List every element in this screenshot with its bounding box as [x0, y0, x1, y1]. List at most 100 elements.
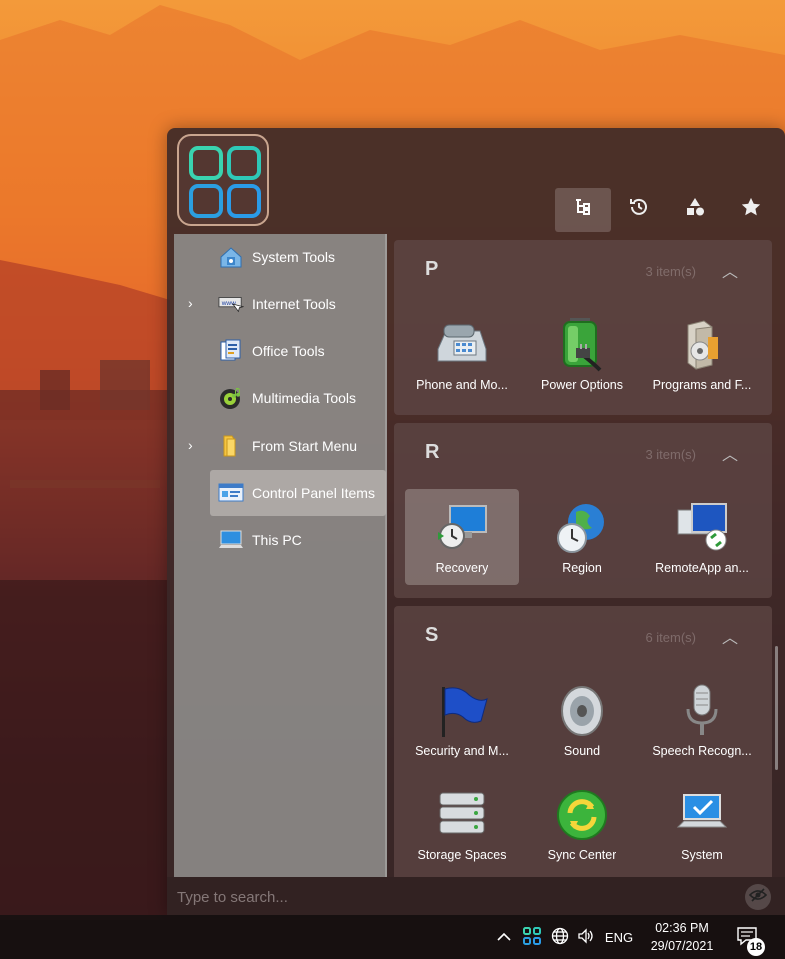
eye-off-icon [748, 886, 768, 909]
tree-view-icon [573, 197, 593, 223]
phone-modem-icon [433, 316, 491, 374]
group-s: S 6 item(s) ︿ Security and M... Sound Sp… [394, 606, 772, 877]
item-label: Sync Center [547, 848, 617, 862]
launcher-tray-button[interactable] [520, 915, 544, 959]
blue-flag-icon [433, 682, 491, 740]
hard-drives-icon [433, 786, 491, 844]
speaker-volume-icon [577, 927, 595, 947]
star-icon [740, 196, 762, 224]
show-hidden-icons-button[interactable] [494, 915, 514, 959]
expand-chevron-icon[interactable]: › [188, 437, 193, 453]
home-tools-icon [218, 244, 244, 270]
sidebar-item-system-tools[interactable]: System Tools [210, 234, 386, 280]
item-region[interactable]: Region [525, 489, 639, 585]
item-label: Speech Recogn... [652, 744, 752, 758]
item-recovery[interactable]: Recovery [405, 489, 519, 585]
item-label: Sound [563, 744, 601, 758]
category-sidebar: System Tools › www Internet Tools Office… [174, 234, 387, 877]
item-storage-spaces[interactable]: Storage Spaces [405, 776, 519, 872]
recovery-monitor-icon [433, 499, 491, 557]
remote-desktop-icon [673, 499, 731, 557]
sidebar-item-internet-tools[interactable]: www Internet Tools [210, 281, 386, 327]
computer-icon [218, 527, 244, 553]
item-label: Recovery [435, 561, 489, 575]
volume-button[interactable] [574, 915, 598, 959]
chevron-up-icon [497, 930, 511, 945]
collapse-chevron-icon[interactable]: ︿ [722, 258, 738, 282]
globe-icon [551, 927, 569, 948]
sidebar-item-label: Internet Tools [252, 296, 336, 312]
group-letter: R [425, 441, 440, 463]
www-icon: www [218, 291, 244, 317]
item-programs-and-features[interactable]: Programs and F... [645, 306, 759, 402]
group-r: R 3 item(s) ︿ Recovery Region RemoteApp [394, 423, 772, 598]
item-sync-center[interactable]: Sync Center [525, 776, 639, 872]
search-bar [167, 877, 785, 915]
collapse-chevron-icon[interactable]: ︿ [722, 624, 738, 648]
sidebar-item-control-panel-items[interactable]: Control Panel Items [210, 470, 386, 516]
group-letter: P [425, 258, 439, 280]
item-system[interactable]: System [645, 776, 759, 872]
sidebar-item-this-pc[interactable]: This PC [210, 517, 386, 563]
launcher-window: System Tools › www Internet Tools Office… [167, 128, 785, 915]
battery-plug-icon [553, 316, 611, 374]
clock-time: 02:36 PM [655, 921, 709, 935]
grid-app-icon [522, 926, 542, 949]
expand-chevron-icon[interactable]: › [188, 295, 193, 311]
taskbar: ENG 02:36 PM 29/07/2021 18 [0, 915, 785, 959]
laptop-check-icon [673, 786, 731, 844]
tab-shapes[interactable] [667, 188, 723, 232]
sidebar-item-from-start-menu[interactable]: From Start Menu [210, 423, 386, 469]
wallpaper-city [0, 360, 170, 920]
search-input[interactable] [177, 886, 717, 908]
item-remoteapp[interactable]: RemoteApp an... [645, 489, 759, 585]
launcher-logo[interactable] [177, 134, 269, 226]
sync-icon [553, 786, 611, 844]
shapes-icon [684, 196, 706, 224]
network-button[interactable] [548, 915, 572, 959]
group-count: 6 item(s) [645, 630, 696, 645]
item-label: Power Options [541, 378, 623, 392]
item-security-and-maintenance[interactable]: Security and M... [405, 672, 519, 768]
group-count: 3 item(s) [645, 264, 696, 279]
item-label: System [681, 848, 723, 862]
item-sound[interactable]: Sound [525, 672, 639, 768]
documents-icon [218, 338, 244, 364]
clock[interactable]: 02:36 PM 29/07/2021 [638, 919, 726, 955]
sidebar-item-label: Multimedia Tools [252, 390, 357, 406]
tab-history[interactable] [611, 188, 667, 232]
item-label: Programs and F... [652, 378, 752, 392]
item-label: Storage Spaces [417, 848, 507, 862]
group-letter: S [425, 624, 439, 646]
group-count: 3 item(s) [645, 447, 696, 462]
items-scrollbar[interactable] [775, 646, 778, 770]
programs-box-icon [673, 316, 731, 374]
music-disc-icon [218, 385, 244, 411]
clock-date: 29/07/2021 [650, 939, 714, 953]
svg-text:www: www [221, 300, 236, 307]
hide-eye-button[interactable] [745, 884, 771, 910]
sidebar-item-multimedia-tools[interactable]: Multimedia Tools [210, 375, 386, 421]
notification-count-badge: 18 [747, 938, 765, 956]
view-tabs [555, 188, 779, 234]
item-phone-and-modem[interactable]: Phone and Mo... [405, 306, 519, 402]
item-speech-recognition[interactable]: Speech Recogn... [645, 672, 759, 768]
sidebar-item-label: Office Tools [252, 343, 325, 359]
input-language-button[interactable]: ENG [602, 915, 636, 959]
sidebar-item-label: From Start Menu [252, 438, 358, 454]
tab-favorites[interactable] [723, 188, 779, 232]
item-label: Security and M... [415, 744, 509, 758]
item-label: RemoteApp an... [655, 561, 749, 575]
collapse-chevron-icon[interactable]: ︿ [722, 441, 738, 465]
item-label: Region [562, 561, 602, 575]
item-label: Phone and Mo... [416, 378, 508, 392]
sidebar-item-label: System Tools [252, 249, 335, 265]
items-area: P 3 item(s) ︿ Phone and Mo... Power Opti… [394, 240, 772, 877]
sidebar-item-label: This PC [252, 532, 302, 548]
sidebar-item-office-tools[interactable]: Office Tools [210, 328, 386, 374]
item-power-options[interactable]: Power Options [525, 306, 639, 402]
tab-tree-view[interactable] [555, 188, 611, 232]
group-p: P 3 item(s) ︿ Phone and Mo... Power Opti… [394, 240, 772, 415]
history-icon [628, 196, 650, 224]
microphone-icon [673, 682, 731, 740]
